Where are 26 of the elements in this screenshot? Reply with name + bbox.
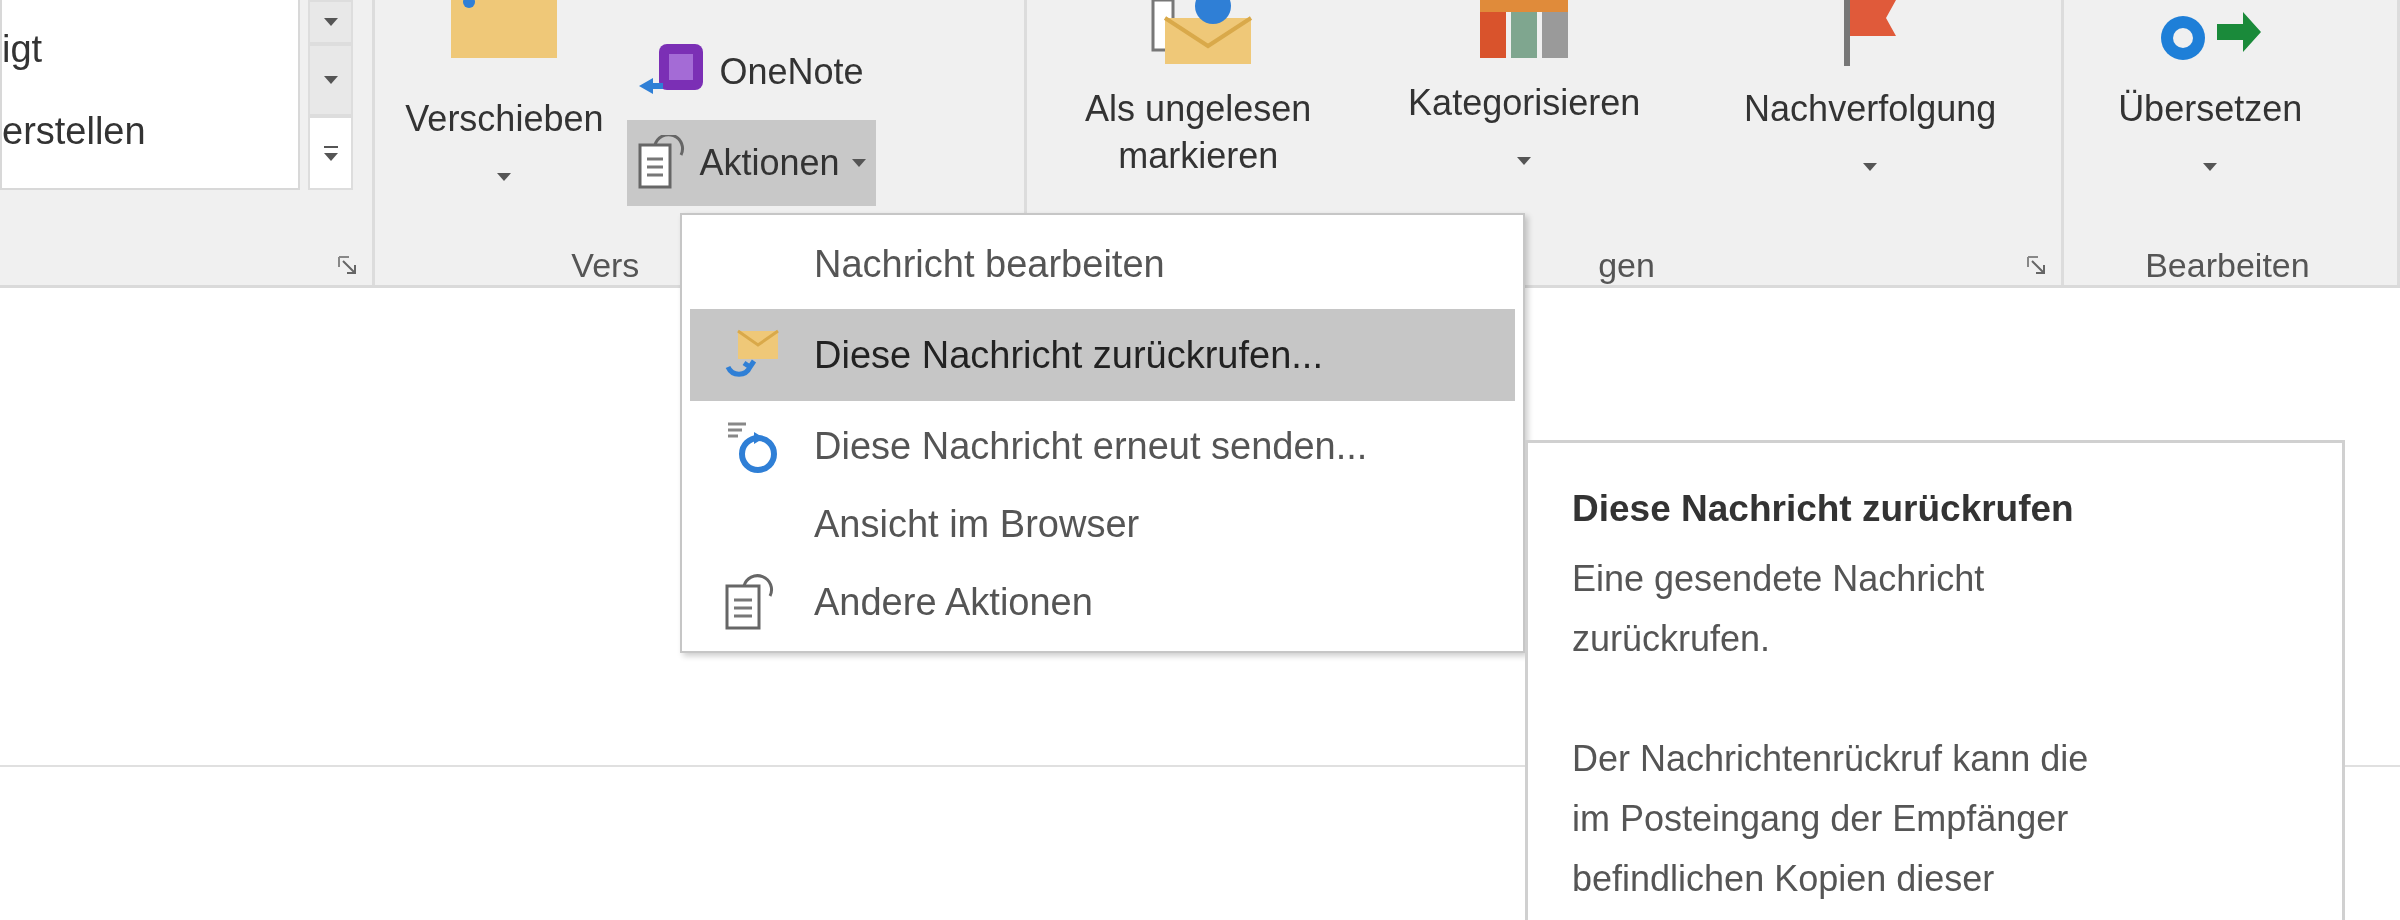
caret-icon	[323, 18, 338, 26]
scroll-up-button[interactable]	[308, 0, 353, 44]
menu-item[interactable]: Ansicht im Browser	[690, 485, 1515, 563]
menu-item[interactable]: Diese Nachricht zurückrufen...	[690, 309, 1515, 401]
move-button[interactable]: Verschieben	[399, 0, 610, 245]
menu-item[interactable]: Andere Aktionen	[690, 563, 1515, 641]
caret-icon	[323, 76, 338, 84]
tooltip-text: Der Nachrichtenrückruf kann die im Posteingang der Empfänger befindlichen Kopien dieser	[1572, 737, 2090, 901]
group-label: gen	[1598, 245, 1655, 285]
group-label: Vers	[571, 245, 640, 285]
menu-item[interactable]: Diese Nachricht erneut senden...	[690, 407, 1515, 485]
folder-icon	[449, 0, 560, 60]
more-button[interactable]	[308, 116, 353, 190]
gallery-item[interactable]: igt	[2, 8, 298, 90]
onenote-button[interactable]: OneNote	[627, 40, 876, 104]
gallery-item[interactable]: erstellen	[2, 90, 298, 172]
group-label: Bearbeiten	[2145, 245, 2310, 285]
tooltip-text: Eine gesendete Nachricht zurückrufen.	[1572, 557, 1986, 661]
expand-icon	[323, 145, 338, 161]
menu-item[interactable]: Nachricht bearbeiten	[690, 225, 1515, 303]
actions-button[interactable]: Aktionen	[627, 120, 876, 206]
tooltip-title: Diese Nachricht zurückrufen	[1572, 487, 2075, 531]
translate-button[interactable]: Übersetzen	[2080, 0, 2341, 245]
dialog-launcher-icon[interactable]	[2027, 256, 2046, 274]
dialog-launcher-icon[interactable]	[338, 256, 357, 274]
follow-up-button[interactable]: Nachverfolgung	[1695, 0, 2046, 245]
